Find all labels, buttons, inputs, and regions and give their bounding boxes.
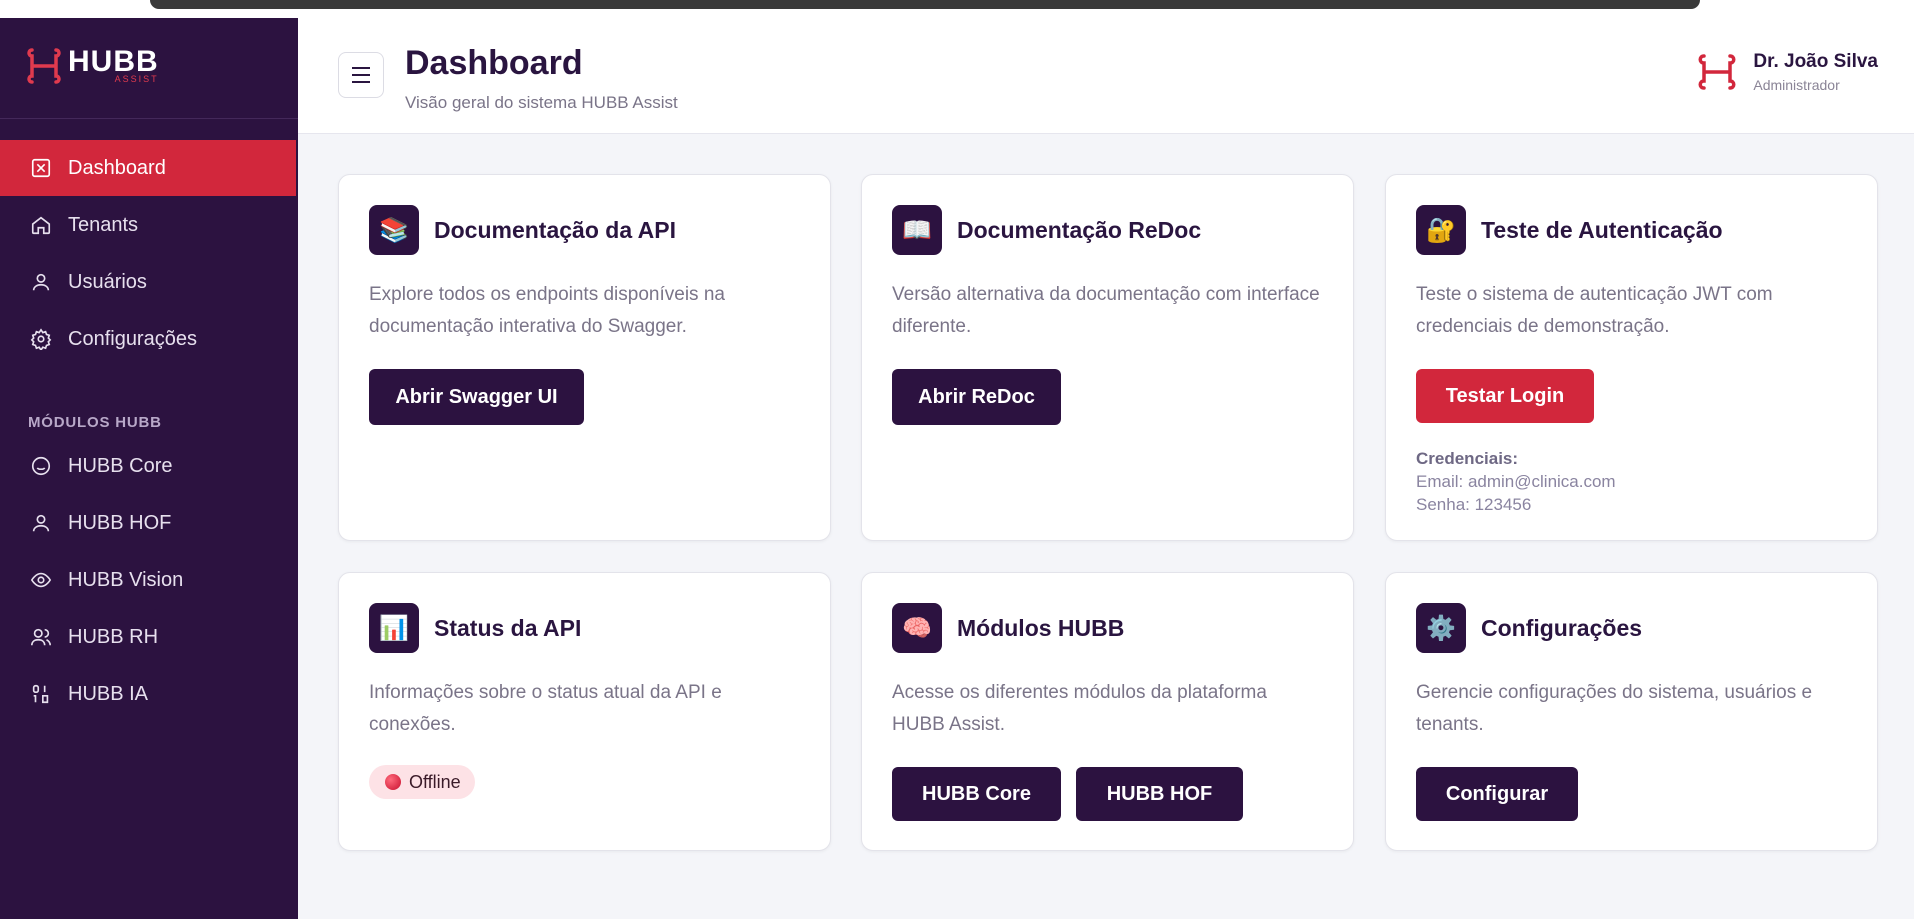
- credentials-password: Senha: 123456: [1416, 495, 1532, 514]
- sidebar-item-tenants[interactable]: Tenants: [0, 197, 296, 253]
- status-badge-label: Offline: [409, 771, 461, 792]
- hubb-logo-icon: [27, 48, 61, 84]
- card-description: Teste o sistema de autenticação JWT com …: [1416, 284, 1773, 337]
- page-title: Dashboard: [405, 44, 583, 82]
- sidebar-item-dashboard[interactable]: Dashboard: [0, 140, 296, 196]
- test-login-button[interactable]: Testar Login: [1416, 369, 1594, 423]
- users-icon: [30, 626, 52, 648]
- card-redoc: 📖 Documentação ReDoc Versão alternativa …: [861, 174, 1354, 541]
- user-name: Dr. João Silva: [1753, 51, 1878, 72]
- card-description: Informações sobre o status atual da API …: [369, 682, 722, 735]
- user-role: Administrador: [1753, 77, 1840, 93]
- logo-text: HUBB: [68, 45, 159, 78]
- sidebar-item-label: HUBB RH: [68, 625, 159, 648]
- configure-button[interactable]: Configurar: [1416, 767, 1578, 821]
- sidebar-item-label: Dashboard: [68, 156, 166, 179]
- sidebar-item-hubb-hof[interactable]: HUBB HOF: [0, 495, 296, 551]
- card-title: Status da API: [434, 614, 582, 641]
- card-auth-test: 🔐 Teste de Autenticação Teste o sistema …: [1385, 174, 1878, 541]
- sidebar-item-label: HUBB Core: [68, 454, 173, 477]
- hamburger-icon: [352, 65, 370, 86]
- user-menu[interactable]: Dr. João Silva Administrador: [1695, 50, 1878, 94]
- card-description: Versão alternativa da documentação com i…: [892, 284, 1320, 337]
- gear-icon: ⚙️: [1416, 603, 1466, 653]
- lock-icon: 🔐: [1416, 205, 1466, 255]
- card-title: Módulos HUBB: [957, 614, 1125, 641]
- card-api-docs: 📚 Documentação da API Explore todos os e…: [338, 174, 831, 541]
- user-icon: [30, 271, 52, 293]
- card-title: Configurações: [1481, 614, 1643, 641]
- card-modules: 🧠 Módulos HUBB Acesse os diferentes módu…: [861, 572, 1354, 851]
- binary-icon: [30, 683, 52, 705]
- browser-top-strip: [0, 0, 1914, 18]
- sidebar-item-configuracoes[interactable]: Configurações: [0, 311, 296, 367]
- sidebar-item-hubb-rh[interactable]: HUBB RH: [0, 609, 296, 665]
- sidebar-item-label: HUBB IA: [68, 682, 149, 705]
- menu-toggle-button[interactable]: [338, 52, 384, 98]
- hubb-core-button[interactable]: HUBB Core: [892, 767, 1061, 821]
- sidebar-item-label: Usuários: [68, 270, 147, 293]
- sidebar-item-usuarios[interactable]: Usuários: [0, 254, 296, 310]
- sidebar-item-label: HUBB Vision: [68, 568, 184, 591]
- credentials-label: Credenciais:: [1416, 449, 1519, 468]
- sidebar-item-hubb-ia[interactable]: HUBB IA: [0, 666, 296, 722]
- smile-icon: [30, 455, 52, 477]
- sidebar-item-label: HUBB HOF: [68, 511, 172, 534]
- sidebar-item-label: Tenants: [68, 213, 139, 236]
- credentials: Credenciais: Email: admin@clinica.com Se…: [1416, 447, 1616, 516]
- books-icon: 📚: [369, 205, 419, 255]
- status-badge: Offline: [369, 765, 475, 799]
- open-redoc-button[interactable]: Abrir ReDoc: [892, 369, 1061, 425]
- card-description: Acesse os diferentes módulos da platafor…: [892, 682, 1267, 735]
- open-swagger-button[interactable]: Abrir Swagger UI: [369, 369, 584, 425]
- card-title: Documentação ReDoc: [957, 216, 1202, 243]
- card-description: Explore todos os endpoints disponíveis n…: [369, 284, 725, 337]
- user-icon: [30, 512, 52, 534]
- eye-icon: [30, 569, 52, 591]
- brain-icon: 🧠: [892, 603, 942, 653]
- page-subtitle: Visão geral do sistema HUBB Assist: [405, 93, 678, 112]
- credentials-email: Email: admin@clinica.com: [1416, 472, 1616, 491]
- logo[interactable]: HUBB ASSIST: [26, 46, 159, 86]
- card-settings: ⚙️ Configurações Gerencie configurações …: [1385, 572, 1878, 851]
- sidebar: HUBB ASSIST Dashboard Tenants Usuários C…: [0, 18, 298, 919]
- dashboard-icon: [30, 157, 52, 179]
- card-title: Teste de Autenticação: [1481, 216, 1723, 243]
- sidebar-divider: [0, 118, 298, 119]
- book-icon: 📖: [892, 205, 942, 255]
- home-icon: [30, 214, 52, 236]
- sidebar-item-hubb-vision[interactable]: HUBB Vision: [0, 552, 296, 608]
- avatar: [1698, 54, 1736, 90]
- card-description: Gerencie configurações do sistema, usuár…: [1416, 682, 1813, 735]
- card-api-status: 📊 Status da API Informações sobre o stat…: [338, 572, 831, 851]
- sidebar-item-hubb-core[interactable]: HUBB Core: [0, 438, 296, 494]
- sidebar-item-label: Configurações: [68, 327, 197, 350]
- sidebar-section-label: MÓDULOS HUBB: [28, 414, 162, 431]
- card-title: Documentação da API: [434, 216, 676, 243]
- status-dot-icon: [385, 774, 401, 790]
- hubb-hof-button[interactable]: HUBB HOF: [1076, 767, 1243, 821]
- bar-chart-icon: 📊: [369, 603, 419, 653]
- header: Dashboard Visão geral do sistema HUBB As…: [298, 18, 1914, 134]
- gear-icon: [30, 328, 52, 350]
